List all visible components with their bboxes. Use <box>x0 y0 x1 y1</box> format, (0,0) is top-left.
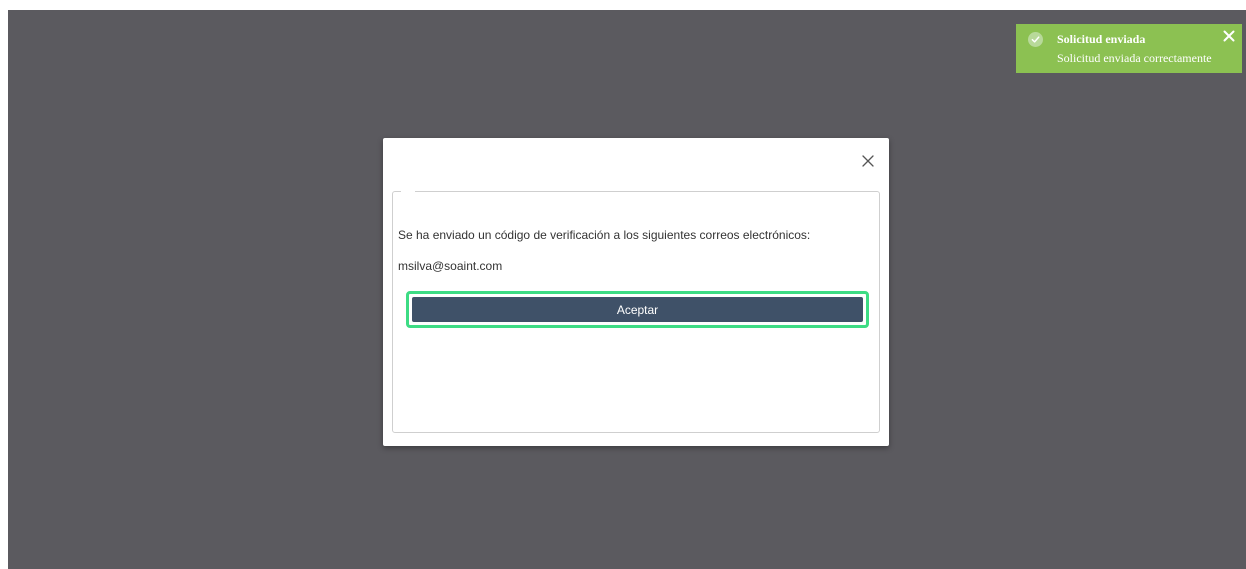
toast-detail: Solicitud enviada correctamente <box>1057 51 1212 65</box>
fieldset-legend <box>401 190 415 194</box>
verification-message: Se ha enviado un código de verificación … <box>398 228 811 242</box>
toast-close-icon[interactable] <box>1221 28 1237 44</box>
accept-button-focus-ring: Aceptar <box>406 291 869 328</box>
recipient-email: msilva@soaint.com <box>398 259 503 273</box>
dialog-close-icon[interactable] <box>861 154 875 168</box>
check-circle-icon <box>1028 32 1043 47</box>
accept-button[interactable]: Aceptar <box>412 297 863 322</box>
success-toast: Solicitud enviada Solicitud enviada corr… <box>1016 24 1242 73</box>
toast-title: Solicitud enviada <box>1057 32 1146 46</box>
verification-dialog: Se ha enviado un código de verificación … <box>383 138 889 446</box>
dialog-fieldset: Se ha enviado un código de verificación … <box>392 190 880 433</box>
